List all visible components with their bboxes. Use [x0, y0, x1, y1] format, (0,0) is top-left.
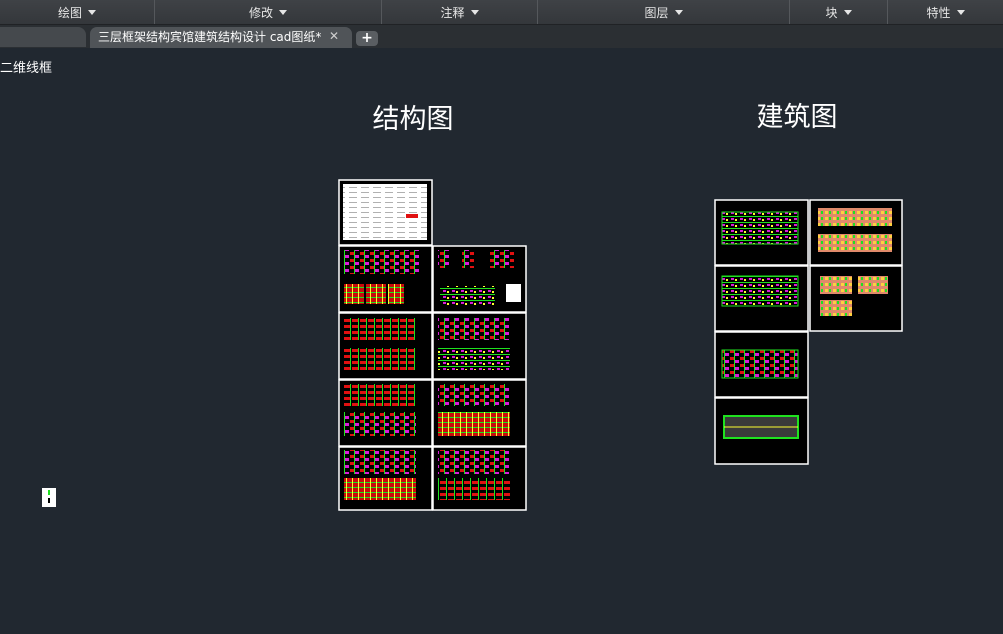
- structure-sheet-5[interactable]: [338, 379, 433, 447]
- architecture-sheet-1[interactable]: [714, 199, 809, 266]
- structure-sheet-4[interactable]: [432, 312, 527, 380]
- architecture-sheet-2[interactable]: [809, 199, 903, 266]
- architecture-sheet-3[interactable]: [714, 265, 809, 332]
- architecture-drawings-title: 建筑图: [757, 102, 838, 133]
- structure-sheet-8[interactable]: [432, 446, 527, 511]
- stray-block-object[interactable]: [42, 488, 56, 507]
- structure-sheet-cover[interactable]: [338, 179, 433, 246]
- drawing-canvas[interactable]: 结构图 建筑图: [0, 0, 1003, 634]
- structure-sheet-6[interactable]: [432, 379, 527, 447]
- structure-sheet-3[interactable]: [338, 312, 433, 380]
- architecture-sheet-4[interactable]: [809, 265, 903, 332]
- structure-sheet-2[interactable]: [432, 245, 527, 313]
- structure-sheet-7[interactable]: [338, 446, 433, 511]
- architecture-sheet-6[interactable]: [714, 397, 809, 465]
- structure-drawings-title: 结构图: [373, 104, 454, 135]
- structure-sheet-1[interactable]: [338, 245, 433, 313]
- architecture-sheet-5[interactable]: [714, 331, 809, 398]
